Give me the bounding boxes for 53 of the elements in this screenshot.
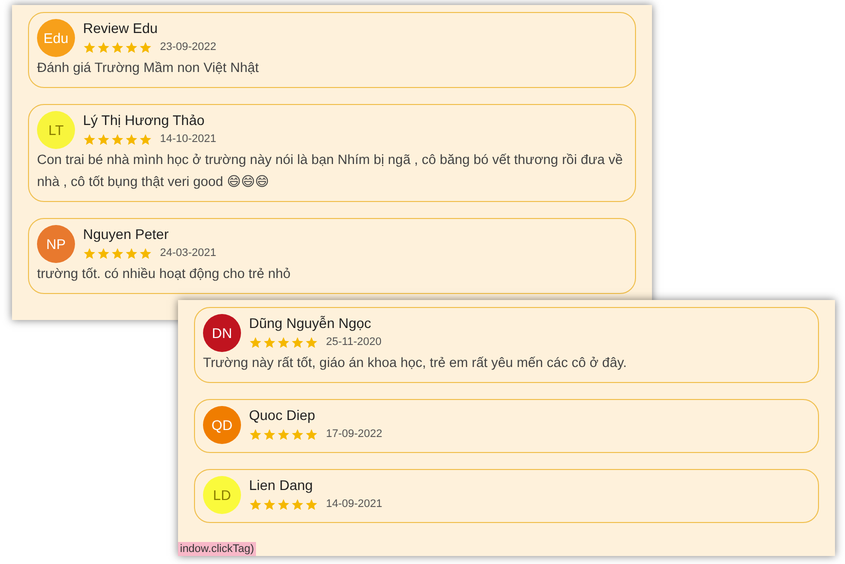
review-date: 25-11-2020 [326,334,382,350]
star-icon [305,498,318,510]
reviewer-name: Lý Thị Hương Thảo [83,112,206,127]
star-icon [291,428,304,440]
review-comment: Đánh giá Trường Mầm non Việt Nhật [37,59,260,77]
avatar: LT [37,111,75,149]
star-icon [97,132,110,146]
star-icon [249,498,262,510]
review-comment: trường tốt. có nhiều hoạt động cho trẻ nhỏ [37,265,292,283]
debug-tag: indow.clickTag) [178,542,256,556]
star-icon [305,428,318,440]
star-icon [139,40,152,54]
review-comment: Con trai bé nhà mình học ở trường này nói là bạn Nhím bị ngã , cô băng bó vết thương rồi đưa về nhà , cô tốt bụng thật veri good 😄😄😄 [37,151,624,191]
star-icon [263,336,276,348]
star-icon [97,246,110,260]
star-icon [125,132,138,146]
avatar: QD [203,406,241,444]
star-icon [111,246,124,260]
star-icon [139,246,152,260]
reviewer-name: Dũng Nguyễn Ngọc [249,316,372,330]
star-icon [263,428,276,440]
star-icon [291,336,304,348]
star-icon [277,498,290,510]
review-date: 23-09-2022 [160,40,216,55]
star-icon [97,40,110,54]
star-icon [83,246,96,260]
star-icon [291,498,304,510]
review-date: 14-09-2021 [326,496,382,512]
star-icon [305,336,318,348]
reviewer-name: Nguyen Peter [83,226,170,241]
reviewer-name: Quoc Diep [249,408,316,422]
avatar: Edu [37,19,75,57]
star-icon [139,132,152,146]
star-icon [249,336,262,348]
avatar: DN [203,314,241,352]
star-icon [111,40,124,54]
star-icon [263,498,276,510]
star-icon [125,40,138,54]
avatar: LD [203,476,241,514]
review-date: 17-09-2022 [326,426,382,442]
star-icon [83,132,96,146]
review-date: 24-03-2021 [160,246,216,261]
reviewer-name: Review Edu [83,20,159,35]
avatar: NP [37,225,75,263]
star-icon [83,40,96,54]
star-icon [249,428,262,440]
star-icon [277,428,290,440]
star-icon [125,246,138,260]
star-icon [111,132,124,146]
star-icon [277,336,290,348]
review-comment: Trường này rất tốt, giáo án khoa học, trẻ em rất yêu mến các cô ở đây. [203,354,628,372]
reviewer-name: Lien Dang [249,478,314,492]
review-date: 14-10-2021 [160,132,216,147]
